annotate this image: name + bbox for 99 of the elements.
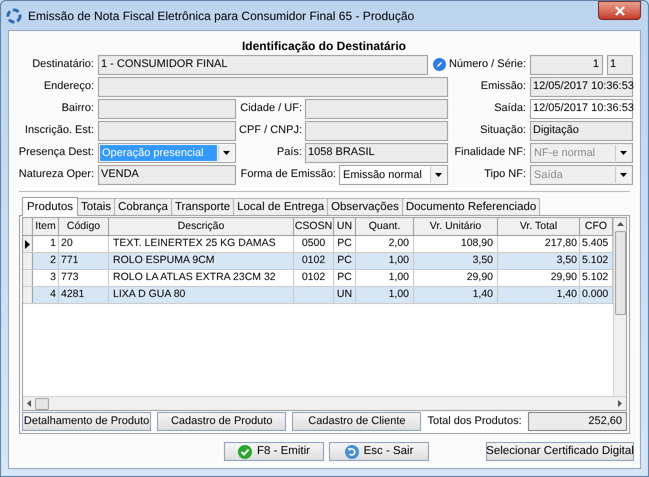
column-header[interactable]: Descrição	[109, 218, 294, 235]
table-cell: 1,00	[356, 253, 414, 269]
app-icon	[6, 8, 22, 24]
text-field[interactable]: 1 - CONSUMIDOR FINAL	[98, 54, 428, 74]
field-label: Forma de Emissão:	[240, 167, 337, 182]
table-cell: 29,90	[498, 270, 580, 286]
close-icon[interactable]	[614, 6, 626, 16]
tab[interactable]: Transporte	[172, 198, 234, 215]
field-label: Bairro:	[60, 101, 94, 116]
tab[interactable]: Observações	[328, 198, 403, 215]
text-field[interactable]: 12/05/2017 10:36:53	[530, 76, 633, 96]
total-label: Total dos Produtos:	[427, 414, 522, 430]
table-cell: 20	[59, 236, 109, 252]
table-cell: 1,00	[356, 270, 414, 286]
footer-button[interactable]: F8 - Emitir	[224, 442, 324, 461]
field-label: Saída:	[493, 101, 526, 116]
table-cell: 2,00	[356, 236, 414, 252]
tab[interactable]: Local de Entrega	[234, 198, 328, 215]
field-label: Finalidade NF:	[453, 145, 526, 160]
table-cell: 0500	[294, 236, 334, 252]
close-button[interactable]	[598, 1, 641, 20]
table-cell: 1,00	[356, 287, 414, 303]
text-field[interactable]	[98, 98, 236, 118]
text-field[interactable]: 1	[530, 54, 603, 74]
field-label: País:	[276, 145, 303, 160]
scroll-right-icon[interactable]	[618, 400, 622, 407]
table-cell: 0102	[294, 253, 334, 269]
text-field[interactable]: 12/05/2017 10:36:53	[530, 98, 633, 118]
table-cell: 29,90	[414, 270, 498, 286]
table-cell: UN	[334, 287, 356, 303]
table-cell: 1,40	[414, 287, 498, 303]
field-label: Tipo NF:	[483, 167, 526, 182]
tab[interactable]: Documento Referenciado	[402, 198, 540, 215]
text-field[interactable]: 1	[607, 54, 633, 74]
field-label: Destinatário:	[31, 57, 94, 72]
scrollbar-thumb[interactable]	[614, 231, 626, 315]
total-field: 252,60	[528, 412, 628, 431]
table-cell: 1,40	[498, 287, 580, 303]
table-cell: 2	[33, 253, 59, 269]
horizontal-scrollbar[interactable]	[23, 396, 626, 410]
table-cell: ROLO ESPUMA 9CM	[109, 253, 294, 269]
text-field[interactable]	[98, 76, 448, 96]
vertical-scrollbar[interactable]	[613, 218, 626, 396]
column-header[interactable]: Código	[59, 218, 109, 235]
table-cell: 771	[59, 253, 109, 269]
tab[interactable]: Totais	[78, 198, 116, 215]
table-cell: PC	[334, 270, 356, 286]
table-cell: 1	[33, 236, 59, 252]
column-header[interactable]: Vr. Total	[498, 218, 580, 235]
scrollbar-thumb[interactable]	[35, 398, 49, 410]
text-field[interactable]	[305, 98, 448, 118]
field-label: Endereço:	[42, 79, 94, 94]
table-cell: 3,50	[498, 253, 580, 269]
field-label: Emissão:	[480, 79, 526, 94]
window-title: Emissão de Nota Fiscal Eletrônica para Consumidor Final 65 - Produção	[28, 8, 414, 24]
table-cell: 4281	[59, 287, 109, 303]
footer-button[interactable]: Esc - Sair	[329, 442, 429, 461]
table-cell: 4	[33, 287, 59, 303]
tab[interactable]: Cobrança	[115, 198, 172, 215]
field-label: Situação:	[479, 123, 526, 138]
column-header[interactable]: CSOSN	[294, 218, 334, 235]
text-field[interactable]	[305, 120, 448, 140]
action-button[interactable]: Detalhamento de Produto	[22, 412, 152, 431]
field-label: Natureza Oper:	[18, 167, 94, 182]
action-button[interactable]: Cadastro de Produto	[157, 412, 286, 431]
table-cell: PC	[334, 253, 356, 269]
field-label: CPF / CNPJ:	[238, 123, 303, 138]
row-pointer-icon	[25, 240, 30, 248]
table-cell: ROLO LA ATLAS EXTRA 23CM 32	[109, 270, 294, 286]
action-button[interactable]: Cadastro de Cliente	[292, 412, 422, 431]
table-cell: 3,50	[414, 253, 498, 269]
column-header[interactable]: Item	[33, 218, 59, 235]
table-cell: TEXT. LEINERTEX 25 KG DAMAS	[109, 236, 294, 252]
check-icon	[238, 444, 252, 458]
row-header[interactable]	[23, 236, 33, 252]
table-cell: 3	[33, 270, 59, 286]
section-title: Identificação do Destinatário	[240, 38, 408, 53]
text-field[interactable]: Digitação	[530, 120, 633, 140]
table-cell: 773	[59, 270, 109, 286]
table-cell: LIXA D GUA 80	[109, 287, 294, 303]
field-label: Inscrição. Est:	[24, 123, 94, 138]
column-header[interactable]: Vr. Unitário	[414, 218, 498, 235]
table-cell: 0102	[294, 270, 334, 286]
field-label: Número / Série:	[448, 57, 526, 72]
footer-button[interactable]: Selecionar Certificado Digital	[486, 442, 634, 461]
column-header[interactable]: UN	[334, 218, 356, 235]
table-cell: PC	[334, 236, 356, 252]
table-cell: 108,90	[414, 236, 498, 252]
table-cell: 217,80	[498, 236, 580, 252]
dropdown[interactable]: Emissão normal	[339, 164, 448, 184]
text-field[interactable]: VENDA	[98, 164, 236, 184]
text-field[interactable]: 1058 BRASIL	[305, 142, 448, 162]
edit-icon[interactable]	[433, 58, 446, 71]
scroll-left-icon[interactable]	[27, 400, 31, 407]
column-header[interactable]: Quant.	[356, 218, 414, 235]
tab[interactable]: Produtos	[22, 197, 78, 216]
text-field[interactable]	[98, 120, 236, 140]
field-label: Presença Dest:	[18, 145, 94, 160]
field-label: Cidade / UF:	[239, 101, 303, 116]
